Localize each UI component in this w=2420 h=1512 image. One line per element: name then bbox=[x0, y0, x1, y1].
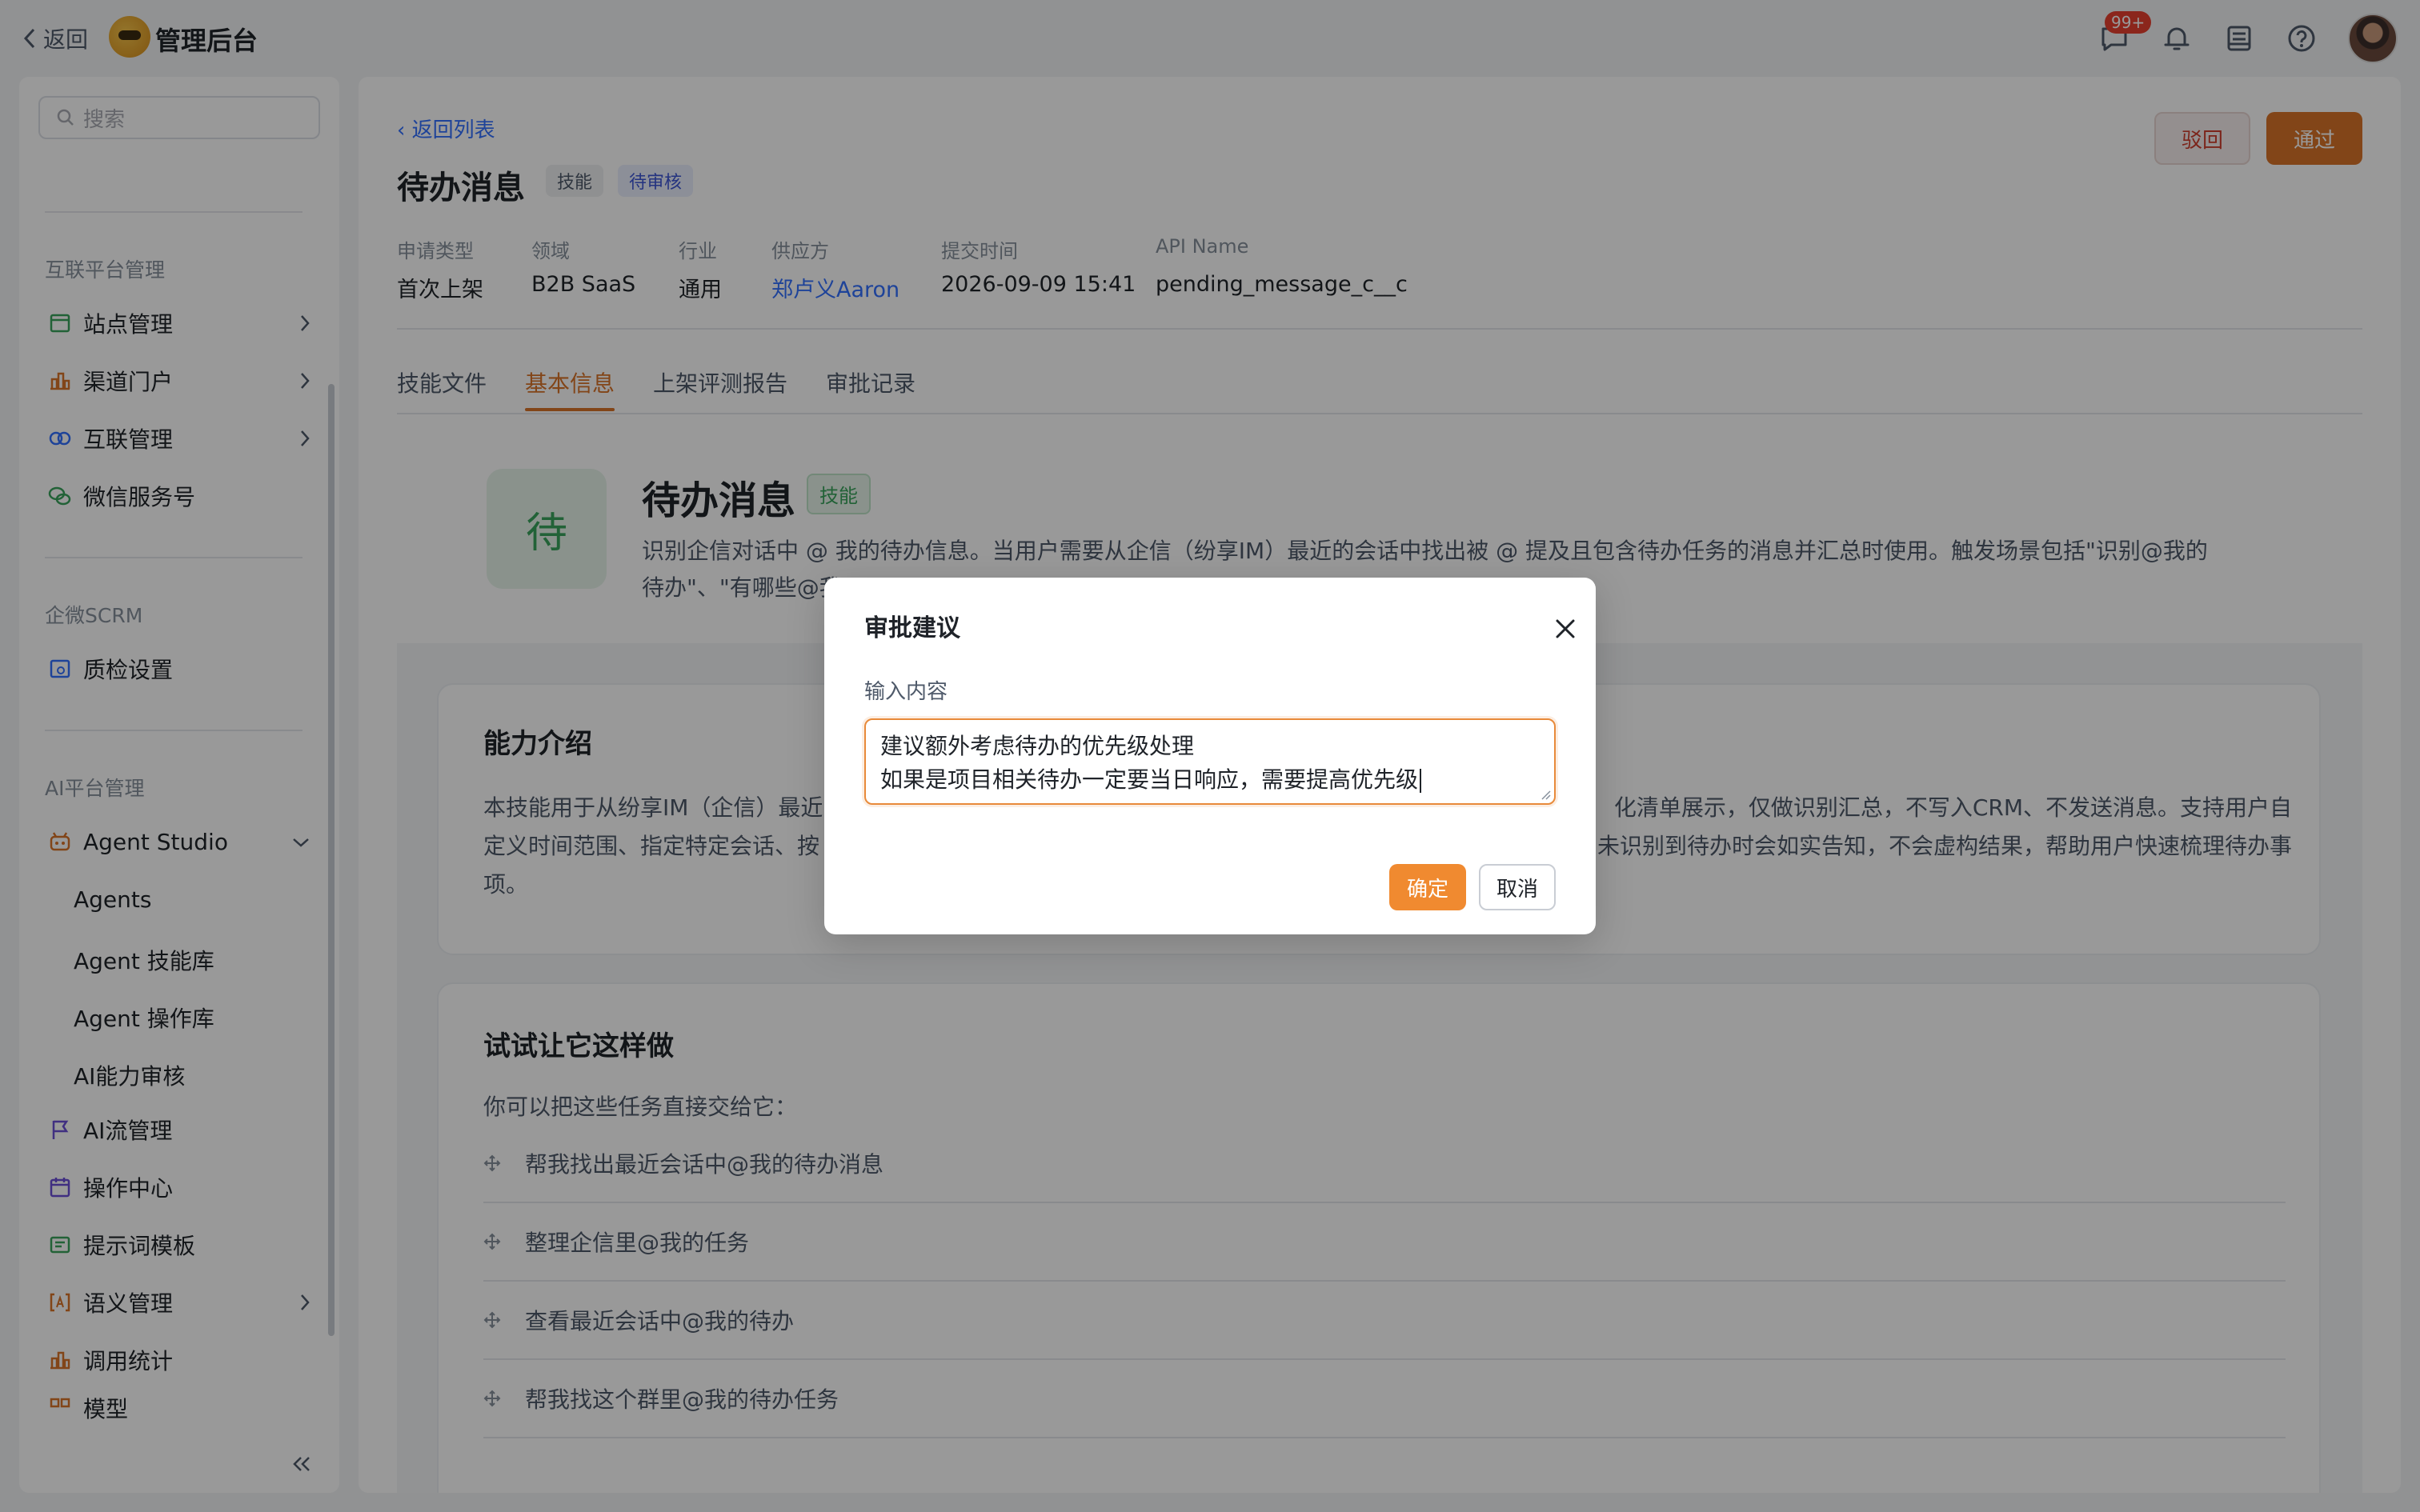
textarea-line: 建议额外考虑待办的优先级处理 bbox=[880, 733, 1195, 759]
approval-suggestion-dialog: 审批建议 输入内容 建议额外考虑待办的优先级处理 如果是项目相关待办一定要当日响… bbox=[824, 578, 1596, 934]
dialog-title: 审批建议 bbox=[864, 614, 960, 642]
close-button[interactable] bbox=[1553, 616, 1578, 642]
confirm-button[interactable]: 确定 bbox=[1389, 864, 1466, 910]
input-label: 输入内容 bbox=[864, 680, 948, 704]
close-icon bbox=[1556, 619, 1575, 638]
text-caret bbox=[1420, 769, 1422, 793]
textarea-line: 如果是项目相关待办一定要当日响应，需要提高优先级 bbox=[880, 766, 1419, 793]
suggestion-textarea[interactable]: 建议额外考虑待办的优先级处理 如果是项目相关待办一定要当日响应，需要提高优先级 bbox=[864, 718, 1556, 805]
cancel-button[interactable]: 取消 bbox=[1479, 864, 1556, 910]
resize-handle-icon[interactable] bbox=[1540, 789, 1551, 800]
